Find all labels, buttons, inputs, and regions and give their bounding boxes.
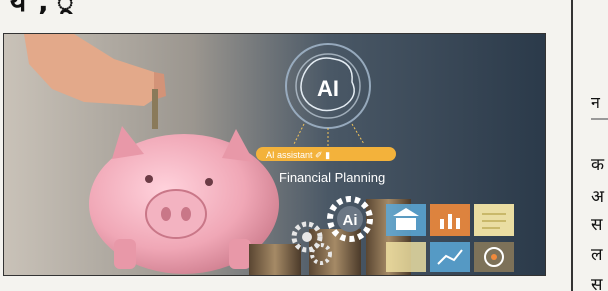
side-column-line: अ [591, 187, 604, 207]
side-column-line: ल [591, 245, 603, 265]
headline-strip: य , ू [0, 0, 560, 14]
side-column-heading: न [591, 93, 600, 112]
side-column-rule [591, 118, 608, 120]
ai-badge-text: AI [317, 76, 339, 101]
side-column-line: स [591, 275, 603, 291]
side-column-line: स [591, 215, 603, 235]
article-photo: AI AI assistant ✐ ▮ Financial Planning A… [3, 33, 546, 276]
article-headline: य , ू [10, 0, 75, 14]
ai-finance-illustration: AI AI assistant ✐ ▮ Financial Planning A… [4, 34, 545, 275]
newspaper-page: य , ू [0, 0, 608, 291]
ai-assistant-bar: AI assistant ✐ ▮ [256, 147, 396, 161]
financial-planning-text: Financial Planning [279, 170, 385, 185]
ai-assistant-text: AI assistant ✐ ▮ [266, 150, 330, 160]
gear-ai-text: Ai [343, 212, 358, 229]
coin-in-hand [152, 89, 158, 129]
column-divider [571, 0, 573, 291]
side-column-line: क [591, 155, 605, 175]
side-column: न क अ स ल स [580, 0, 608, 291]
